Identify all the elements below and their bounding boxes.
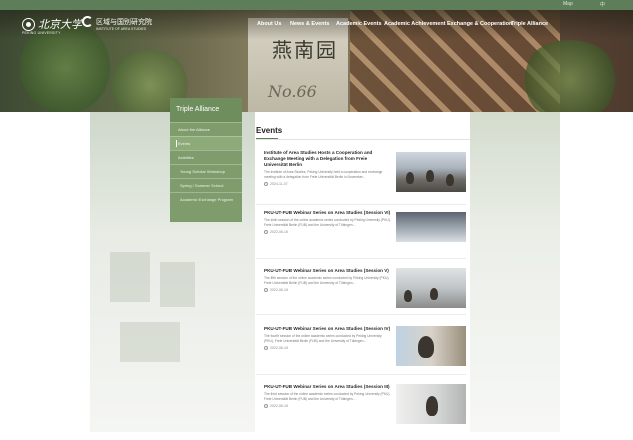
event-date: 2022-06-15 — [264, 288, 288, 292]
sidebar-item-label: About the Alliance — [178, 127, 211, 132]
top-utility-bar: Map 中 — [0, 0, 633, 10]
sidebar-item-label: Young Scholar Workshop — [180, 169, 225, 174]
ias-mark-icon — [82, 16, 93, 27]
ias-logo-subtitle: INSTITUTE OF AREA STUDIES — [96, 27, 147, 31]
event-thumbnail[interactable] — [396, 152, 466, 192]
clock-icon — [264, 230, 268, 234]
ias-logo-text: 区域与国别研究院 — [96, 17, 152, 26]
event-desc: The fourth session of the online academi… — [264, 334, 382, 343]
title-divider — [256, 139, 470, 140]
sidebar-item-label: Academic Exchange Program — [180, 197, 233, 202]
event-desc: The fifth session of the online academic… — [264, 276, 390, 285]
hero-gate-number: No.66 — [268, 82, 317, 101]
sidebar-item-events[interactable]: Events — [170, 136, 242, 150]
clock-icon — [264, 182, 268, 186]
sidebar-item-about-alliance[interactable]: About the Alliance — [170, 122, 242, 136]
clock-icon — [264, 346, 268, 350]
pku-seal-icon — [22, 17, 35, 31]
card-divider — [256, 314, 466, 315]
event-thumbnail[interactable] — [396, 326, 466, 366]
event-date: 2022-06-15 — [264, 404, 288, 408]
main-content: Events Institute of Area Studies Hosts a… — [256, 112, 470, 432]
pku-logo[interactable]: 北京大学 — [22, 16, 82, 32]
util-link-language[interactable]: 中 — [600, 1, 605, 8]
event-title[interactable]: PKU-UT-FUB Webinar Series on Area Studie… — [264, 384, 392, 390]
background-scenery-right — [470, 112, 560, 432]
event-card[interactable]: PKU-UT-FUB Webinar Series on Area Studie… — [260, 268, 466, 324]
nav-academic-achievement[interactable]: Academic Achievement — [384, 21, 446, 27]
ias-logo[interactable]: 区域与国别研究院 — [82, 16, 152, 27]
util-link-map[interactable]: Map — [563, 1, 573, 7]
event-date: 2022-06-15 — [264, 230, 288, 234]
event-title[interactable]: PKU-UT-FUB Webinar Series on Area Studie… — [264, 326, 392, 332]
nav-triple-alliance[interactable]: Triple Alliance — [511, 21, 548, 27]
event-desc: The third session of the online academic… — [264, 392, 391, 401]
event-date: 2022-06-15 — [264, 346, 288, 350]
sidebar-title: Triple Alliance — [176, 106, 220, 113]
event-date-text: 2022-06-15 — [270, 346, 288, 350]
page: Map 中 燕南园 No.66 北京大学 PEKING UNIVERSITY 区… — [0, 0, 633, 432]
active-indicator — [176, 140, 177, 147]
clock-icon — [264, 288, 268, 292]
pku-logo-text: 北京大学 — [38, 18, 82, 31]
sidebar-header: Triple Alliance — [170, 98, 242, 122]
event-date-text: 2022-06-15 — [270, 230, 288, 234]
sidebar-item-activities[interactable]: Activities — [170, 150, 242, 164]
sidebar-item-label: Activities — [178, 155, 194, 160]
page-title: Events — [256, 126, 283, 135]
event-date-text: 2024-11-07 — [270, 182, 288, 186]
sidebar: Triple Alliance About the Alliance Event… — [170, 98, 242, 222]
card-divider — [256, 258, 466, 259]
nav-about-us[interactable]: About Us — [257, 21, 281, 27]
event-date: 2024-11-07 — [264, 182, 288, 186]
sidebar-item-label: Events — [178, 141, 191, 146]
event-date-text: 2022-06-15 — [270, 404, 288, 408]
event-thumbnail[interactable] — [396, 268, 466, 308]
clock-icon — [264, 404, 268, 408]
hero-foliage-right — [520, 40, 620, 112]
sidebar-item-young-scholar[interactable]: Young Scholar Workshop — [170, 164, 242, 178]
event-date-text: 2022-06-15 — [270, 288, 288, 292]
sidebar-item-label: Spring / Summer School — [180, 183, 224, 188]
nav-news-events[interactable]: News & Events — [290, 21, 329, 27]
event-title[interactable]: PKU-UT-FUB Webinar Series on Area Studie… — [264, 268, 392, 274]
sidebar-item-exchange-program[interactable]: Academic Exchange Program — [170, 192, 242, 206]
event-title[interactable]: Institute of Area Studies Hosts a Cooper… — [264, 150, 392, 168]
nav-exchange-cooperation[interactable]: Exchange & Cooperation — [447, 21, 512, 27]
sidebar-item-school[interactable]: Spring / Summer School — [170, 178, 242, 192]
card-divider — [256, 374, 466, 375]
event-thumbnail[interactable] — [396, 384, 466, 424]
event-card[interactable]: Institute of Area Studies Hosts a Cooper… — [260, 150, 466, 206]
event-desc: The sixth session of the online academic… — [264, 218, 391, 227]
pku-logo-subtitle: PEKING UNIVERSITY — [22, 31, 61, 35]
event-thumbnail[interactable] — [396, 212, 466, 242]
nav-academic-events[interactable]: Academic Events — [336, 21, 382, 27]
event-title[interactable]: PKU-UT-FUB Webinar Series on Area Studie… — [264, 210, 392, 216]
card-divider — [256, 204, 466, 205]
event-desc: The Institute of Area Studies, Peking Un… — [264, 170, 383, 179]
